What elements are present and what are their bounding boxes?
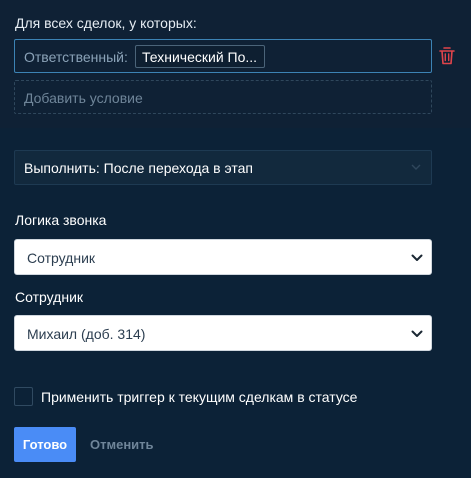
condition-value-chip[interactable]: Технический По...: [135, 45, 265, 68]
condition-field-label: Ответственный:: [24, 49, 128, 65]
execute-dropdown[interactable]: Выполнить: После перехода в этап: [14, 150, 432, 185]
call-logic-value: Сотрудник: [27, 250, 96, 266]
apply-trigger-checkbox[interactable]: [14, 387, 33, 406]
chevron-down-icon: [411, 164, 421, 170]
chevron-down-icon: [411, 330, 423, 337]
employee-label: Сотрудник: [15, 289, 84, 305]
employee-value: Михаил (доб. 314): [27, 326, 146, 342]
condition-section: Для всех сделок, у которых: Ответственны…: [0, 0, 471, 128]
cancel-button[interactable]: Отменить: [90, 437, 154, 452]
done-button[interactable]: Готово: [14, 427, 76, 462]
chevron-down-icon: [411, 254, 423, 261]
execute-label: Выполнить: После перехода в этап: [24, 160, 253, 176]
add-condition-label: Добавить условие: [24, 90, 143, 106]
trash-icon[interactable]: [439, 47, 455, 65]
trigger-settings-panel: Для всех сделок, у которых: Ответственны…: [0, 0, 471, 478]
call-logic-select[interactable]: Сотрудник: [14, 239, 432, 275]
employee-select[interactable]: Михаил (доб. 314): [14, 315, 432, 351]
apply-trigger-row: Применить триггер к текущим сделкам в ст…: [14, 386, 454, 406]
condition-row[interactable]: Ответственный: Технический По...: [14, 39, 432, 73]
apply-trigger-label[interactable]: Применить триггер к текущим сделкам в ст…: [41, 389, 357, 405]
condition-section-title: Для всех сделок, у которых:: [15, 15, 197, 31]
call-logic-label: Логика звонка: [15, 212, 107, 228]
add-condition-button[interactable]: Добавить условие: [14, 80, 432, 114]
